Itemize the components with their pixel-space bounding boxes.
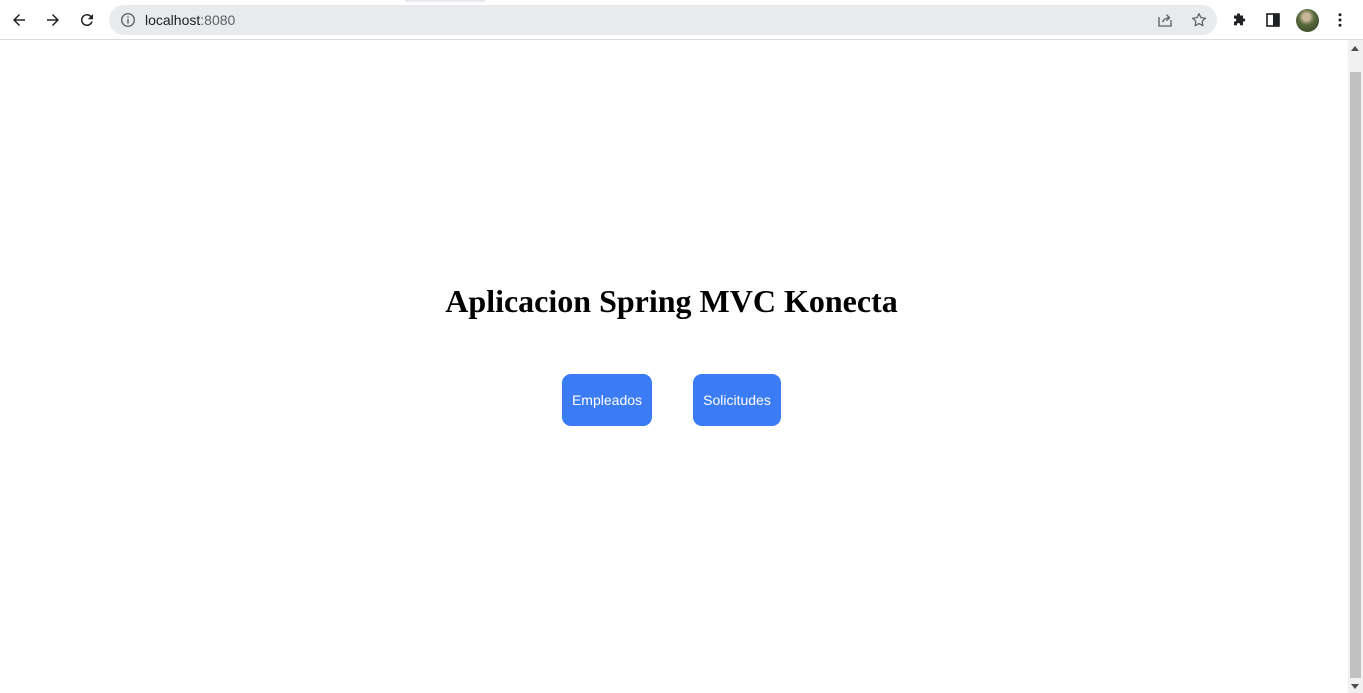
reload-button[interactable] (73, 6, 101, 34)
url-port: :8080 (200, 12, 236, 28)
address-bar[interactable]: localhost:8080 (109, 5, 1217, 35)
puzzle-icon (1234, 13, 1246, 26)
empleados-button[interactable]: Empleados (562, 374, 652, 426)
scroll-down-arrow-icon[interactable] (1351, 684, 1359, 689)
back-arrow-icon (13, 14, 25, 26)
scrollbar-thumb[interactable] (1350, 72, 1361, 678)
page-title: Aplicacion Spring MVC Konecta (445, 283, 898, 319)
vertical-scrollbar[interactable] (1348, 40, 1363, 693)
menu-button[interactable] (1329, 9, 1351, 31)
forward-arrow-icon (47, 14, 59, 26)
url-host: localhost (145, 12, 201, 28)
info-icon[interactable] (120, 12, 136, 28)
browser-toolbar: localhost:8080 (0, 0, 1363, 40)
tab-strip-edge (405, 0, 485, 2)
forward-button[interactable] (39, 6, 67, 34)
page-content: Aplicacion Spring MVC Konecta Empleados … (0, 40, 1348, 693)
url-text[interactable]: localhost:8080 (145, 12, 235, 28)
extensions-button[interactable] (1229, 9, 1251, 31)
side-panel-button[interactable] (1262, 9, 1284, 31)
star-icon[interactable] (1190, 11, 1208, 29)
profile-avatar[interactable] (1296, 9, 1319, 32)
reload-icon (80, 14, 93, 27)
side-panel-icon (1266, 13, 1280, 27)
solicitudes-button[interactable]: Solicitudes (693, 374, 781, 426)
scroll-up-arrow-icon[interactable] (1351, 46, 1359, 51)
kebab-menu-icon (1338, 13, 1342, 27)
back-button[interactable] (5, 6, 33, 34)
share-icon[interactable] (1156, 11, 1174, 29)
